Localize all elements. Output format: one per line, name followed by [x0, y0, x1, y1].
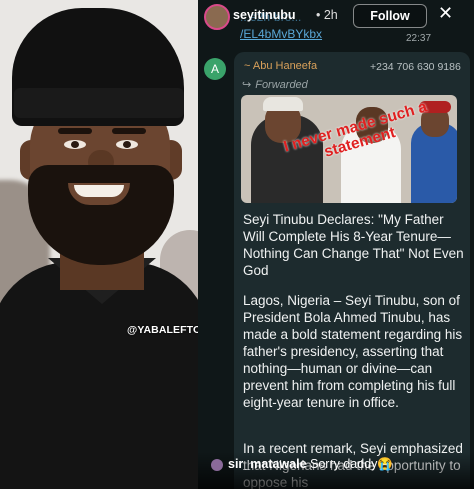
- eye: [64, 140, 86, 149]
- chat-screenshot: ...e2h-bro... /EL4bMvBYkbx 22:37 A ~ Abu…: [198, 0, 474, 489]
- eyebrow: [112, 128, 146, 134]
- photo-cap: [263, 97, 303, 111]
- story-username[interactable]: seyitinubu: [233, 8, 296, 22]
- eyebrow: [58, 128, 92, 134]
- article-headline: Seyi Tinubu Declares: "My Father Will Co…: [243, 212, 464, 278]
- link[interactable]: /EL4bMvBYkbx: [240, 27, 322, 41]
- comment-text: Sorry daddy😭: [310, 457, 393, 471]
- forward-icon: ↪: [242, 79, 252, 91]
- comment: sir_matawale Sorry daddy😭: [228, 457, 393, 472]
- sender-phone: +234 706 630 9186: [370, 61, 461, 73]
- commenter-avatar: [211, 459, 223, 471]
- portrait-photo: [0, 0, 198, 489]
- article-paragraph: Lagos, Nigeria – Seyi Tinubu, son of Pre…: [243, 293, 463, 410]
- story-avatar[interactable]: [204, 4, 230, 30]
- follow-button[interactable]: Follow: [353, 4, 427, 28]
- forwarded-label: ↪ Forwarded: [242, 79, 308, 91]
- teeth: [74, 185, 124, 197]
- cap-band: [14, 88, 184, 118]
- close-icon[interactable]: ✕: [438, 3, 453, 24]
- commenter-name[interactable]: sir_matawale: [228, 457, 307, 471]
- eye: [116, 140, 138, 149]
- sender-name: ~ Abu Haneefa: [244, 60, 318, 72]
- message-time: 22:37: [406, 33, 432, 44]
- sender-avatar: A: [204, 58, 226, 80]
- story-age: • 2h: [316, 8, 338, 22]
